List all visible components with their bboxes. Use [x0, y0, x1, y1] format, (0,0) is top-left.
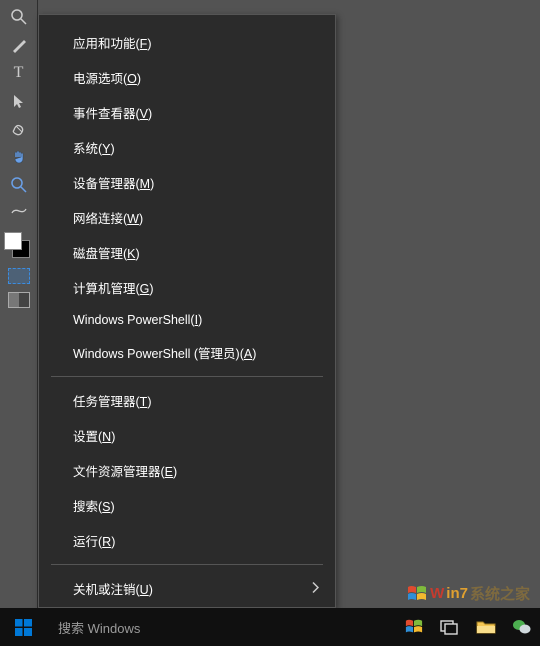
menu-item-text: 任务管理器(	[73, 395, 140, 409]
winx-context-menu: 应用和功能(F)电源选项(O)事件查看器(V)系统(Y)设备管理器(M)网络连接…	[38, 14, 336, 608]
magnifier-tool-icon[interactable]	[6, 4, 32, 30]
wechat-icon[interactable]	[510, 615, 534, 639]
task-view-icon[interactable]	[438, 615, 462, 639]
menu-item-accelerator: N	[102, 430, 111, 444]
system-tray	[402, 608, 540, 646]
foreground-color-swatch[interactable]	[4, 232, 22, 250]
watermark: Win7系统之家	[406, 583, 530, 604]
menu-item-text: 搜索(	[73, 500, 102, 514]
menu-item-text: Windows PowerShell (管理员)(	[73, 347, 244, 361]
tool-palette: T	[0, 0, 38, 608]
color-swatch[interactable]	[4, 232, 34, 262]
menu-item-accelerator: G	[140, 282, 150, 296]
mask-mode-icon[interactable]	[8, 292, 30, 308]
menu-item-text: 电源选项(	[73, 72, 127, 86]
windows-start-icon	[15, 619, 32, 636]
menu-item-accelerator: A	[244, 347, 252, 361]
menu-item-text: 应用和功能(	[73, 37, 140, 51]
menu-item-accelerator: W	[127, 212, 139, 226]
menu-item-accelerator: Y	[102, 142, 110, 156]
menu-item[interactable]: 电源选项(O)	[39, 60, 335, 95]
menu-item[interactable]: 设置(N)	[39, 418, 335, 453]
menu-item[interactable]: 事件查看器(V)	[39, 95, 335, 130]
menu-item-accelerator: E	[165, 465, 173, 479]
menu-item-accelerator: R	[102, 535, 111, 549]
menu-item-accelerator: O	[127, 72, 137, 86]
menu-item-text: 运行(	[73, 535, 102, 549]
menu-item-text: 系统(	[73, 142, 102, 156]
menu-separator	[51, 376, 323, 377]
lasso-tool-icon[interactable]	[6, 200, 32, 226]
watermark-rest: 系统之家	[470, 583, 530, 604]
taskbar: 搜索 Windows	[0, 608, 540, 646]
pointer-tool-icon[interactable]	[6, 88, 32, 114]
windows-flag-tray-icon[interactable]	[402, 615, 426, 639]
brush-tool-icon[interactable]	[6, 32, 32, 58]
search-placeholder: 搜索 Windows	[58, 618, 140, 637]
watermark-w: W	[430, 585, 444, 602]
file-explorer-icon[interactable]	[474, 615, 498, 639]
menu-item[interactable]: 任务管理器(T)	[39, 383, 335, 418]
menu-item-text: 文件资源管理器(	[73, 465, 165, 479]
windows-flag-icon	[406, 584, 428, 604]
menu-item-text: 关机或注销(	[73, 583, 140, 597]
menu-item[interactable]: Windows PowerShell (管理员)(A)	[39, 335, 335, 370]
menu-item[interactable]: 文件资源管理器(E)	[39, 453, 335, 488]
menu-item-text: 磁盘管理(	[73, 247, 127, 261]
menu-item-text: 网络连接(	[73, 212, 127, 226]
taskbar-search[interactable]: 搜索 Windows	[46, 608, 342, 646]
menu-item[interactable]: 设备管理器(M)	[39, 165, 335, 200]
menu-item-accelerator: S	[102, 500, 110, 514]
menu-item[interactable]: 系统(Y)	[39, 130, 335, 165]
menu-item[interactable]: 磁盘管理(K)	[39, 235, 335, 270]
menu-item-text: 设置(	[73, 430, 102, 444]
chevron-right-icon	[311, 581, 319, 596]
menu-item[interactable]: Windows PowerShell(I)	[39, 305, 335, 335]
menu-item-text: 计算机管理(	[73, 282, 140, 296]
hand-tool-icon[interactable]	[6, 144, 32, 170]
selection-indicator-icon	[8, 268, 30, 284]
menu-item-text: Windows PowerShell(	[73, 313, 195, 327]
heal-tool-icon[interactable]	[6, 116, 32, 142]
menu-item-accelerator: M	[140, 177, 150, 191]
menu-item-text: 事件查看器(	[73, 107, 140, 121]
start-button[interactable]	[0, 608, 46, 646]
menu-separator	[51, 564, 323, 565]
menu-item[interactable]: 计算机管理(G)	[39, 270, 335, 305]
menu-item[interactable]: 网络连接(W)	[39, 200, 335, 235]
menu-item[interactable]: 应用和功能(F)	[39, 25, 335, 60]
zoom-tool-icon[interactable]	[6, 172, 32, 198]
menu-item-accelerator: V	[140, 107, 148, 121]
menu-item[interactable]: 搜索(S)	[39, 488, 335, 523]
menu-item-text: 设备管理器(	[73, 177, 140, 191]
menu-item[interactable]: 关机或注销(U)	[39, 571, 335, 606]
watermark-in7: in7	[446, 585, 468, 602]
menu-item[interactable]: 运行(R)	[39, 523, 335, 558]
text-tool-icon[interactable]: T	[6, 60, 32, 86]
menu-item-accelerator: U	[140, 583, 149, 597]
menu-item-accelerator: K	[127, 247, 135, 261]
